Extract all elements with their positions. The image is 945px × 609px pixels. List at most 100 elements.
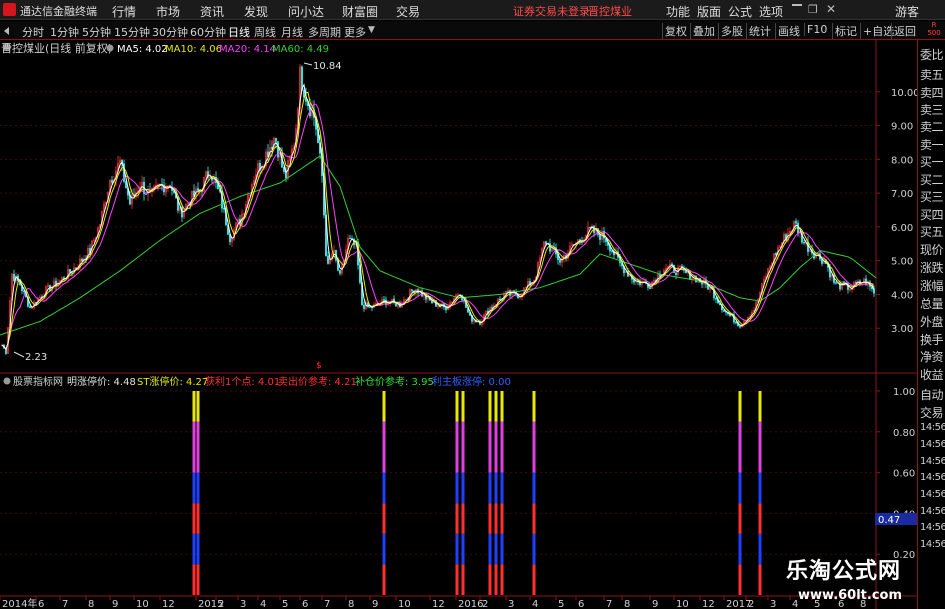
- restore-icon[interactable]: ❐: [808, 3, 818, 16]
- ma5-value: MA5: 4.02: [117, 44, 168, 55]
- side-panel-item: 14:56: [920, 472, 945, 483]
- signal-bar-segment: [382, 533, 386, 565]
- date-tick-label: 5: [558, 599, 564, 609]
- side-panel-item: 买五: [920, 225, 944, 239]
- period-tab-multi[interactable]: 多周期: [308, 24, 341, 40]
- multi-stock-button[interactable]: 多股: [718, 23, 745, 39]
- menu-formula[interactable]: 公式: [728, 3, 752, 20]
- signal-bar-segment: [455, 564, 459, 595]
- date-tick-label: 4: [260, 599, 266, 609]
- signal-bar-segment: [488, 564, 492, 595]
- indicator-tick-label: 1.00: [893, 387, 915, 398]
- signal-bar-segment: [738, 391, 742, 422]
- side-panel-item: 卖一: [920, 138, 944, 152]
- date-tick-label: 9: [112, 599, 118, 609]
- ma10-line: [1, 91, 875, 350]
- candle-body: [599, 234, 601, 240]
- mark-button[interactable]: 标记: [832, 23, 859, 39]
- date-tick-label: 3: [770, 599, 776, 609]
- period-tab-30min[interactable]: 30分钟: [152, 24, 188, 40]
- side-panel-item: 卖三: [920, 103, 944, 117]
- signal-bar-segment: [494, 533, 498, 565]
- side-panel-item: 买一: [920, 155, 944, 169]
- period-tab-more[interactable]: 更多: [344, 24, 366, 40]
- candle-body: [431, 300, 433, 304]
- menu-trade[interactable]: 交易: [396, 3, 420, 20]
- side-panel-item: 卖五: [920, 68, 944, 82]
- rights-corner-badge: R 500: [924, 21, 944, 37]
- period-tab-60min[interactable]: 60分钟: [190, 24, 226, 40]
- period-tab-weekly[interactable]: 周线: [254, 24, 276, 40]
- menu-market[interactable]: 市场: [156, 3, 180, 20]
- side-panel-item[interactable]: 自动: [920, 386, 944, 403]
- indicator-sell-ref: 卖出价参考: 4.21: [278, 375, 357, 388]
- date-tick-label: 6: [38, 599, 44, 609]
- candle-body: [71, 272, 73, 274]
- menu-options[interactable]: 选项: [759, 3, 783, 20]
- chart-canvas[interactable]: 10.00 9.00 8.00 7.00 6.00 5.00 4.00 3.00 1.00 0.8…: [0, 40, 917, 609]
- signal-bar-segment: [461, 503, 465, 534]
- back-button[interactable]: 返回: [891, 23, 918, 39]
- signal-bar-segment: [494, 421, 498, 473]
- menu-market-quotes[interactable]: 行情: [112, 3, 136, 20]
- menu-functions[interactable]: 功能: [666, 3, 690, 20]
- candle-body: [363, 304, 365, 309]
- signal-bar-segment: [500, 503, 504, 534]
- price-tick-label: 5.00: [891, 257, 913, 268]
- menu-discover[interactable]: 发现: [244, 3, 268, 20]
- menu-news[interactable]: 资讯: [200, 3, 224, 20]
- ma-settings-icon[interactable]: [106, 44, 114, 52]
- candle-body: [775, 253, 777, 256]
- period-tab-15min[interactable]: 15分钟: [114, 24, 150, 40]
- f10-button[interactable]: F10: [804, 23, 829, 36]
- login-warning[interactable]: 证券交易未登录: [513, 3, 590, 19]
- signal-bar-segment: [192, 421, 196, 473]
- signal-bar-segment: [382, 503, 386, 534]
- toolbar-collapse-icon[interactable]: [4, 27, 9, 35]
- signal-bar-segment: [738, 564, 742, 595]
- signal-bar-segment: [192, 472, 196, 504]
- dividend-marker-icon[interactable]: $: [316, 361, 322, 371]
- draw-line-button[interactable]: 画线: [775, 23, 802, 39]
- overlay-button[interactable]: 叠加: [690, 23, 717, 39]
- period-tab-5min[interactable]: 5分钟: [82, 24, 111, 40]
- period-tab-monthly[interactable]: 月线: [281, 24, 303, 40]
- candle-body: [649, 287, 651, 289]
- price-tick-label: 4.00: [891, 290, 913, 301]
- candle-body: [411, 289, 413, 292]
- signal-bar-segment: [461, 472, 465, 504]
- signal-bar-segment: [461, 391, 465, 422]
- signal-bar-segment: [758, 472, 762, 504]
- indicator-limit-up: 明涨停价: 4.48: [67, 375, 136, 388]
- side-panel-item: 收益: [920, 368, 944, 382]
- indicator-settings-icon[interactable]: [3, 377, 11, 385]
- more-chevron-icon[interactable]: ▼: [368, 25, 375, 35]
- minimize-icon[interactable]: [792, 4, 802, 6]
- signal-bar-segment: [494, 564, 498, 595]
- close-icon[interactable]: ✕: [826, 2, 836, 16]
- signal-bar-segment: [532, 564, 536, 595]
- period-tab-daily[interactable]: 日线: [228, 24, 250, 40]
- menu-wealth[interactable]: 财富圈: [342, 3, 378, 20]
- price-tick-label: 8.00: [891, 155, 913, 166]
- date-tick-label: 10: [398, 599, 411, 609]
- candle-body: [559, 259, 561, 263]
- menu-layout[interactable]: 版面: [697, 3, 721, 20]
- adjust-button[interactable]: 复权: [662, 23, 689, 39]
- signal-bar-segment: [532, 503, 536, 534]
- statistics-button[interactable]: 统计: [746, 23, 773, 39]
- signal-bar-segment: [196, 564, 200, 595]
- period-toolbar: 分时 1分钟 5分钟 15分钟 30分钟 60分钟 日线 周线 月线 多周期 更…: [0, 21, 945, 40]
- menu-ask[interactable]: 问小达: [288, 3, 324, 20]
- guest-login[interactable]: 游客: [895, 3, 919, 20]
- corner-top-text: R: [931, 21, 937, 29]
- side-panel-item[interactable]: 交易: [920, 404, 944, 421]
- candle-body: [383, 299, 385, 301]
- period-tab-1min[interactable]: 1分钟: [50, 24, 79, 40]
- signal-bar-segment: [494, 391, 498, 422]
- period-tab-intraday[interactable]: 分时: [22, 24, 44, 40]
- indicator-tick-label: 0.60: [893, 469, 915, 480]
- signal-bar-segment: [738, 472, 742, 504]
- date-tick-label: 8: [624, 599, 630, 609]
- signal-bar-segment: [758, 533, 762, 565]
